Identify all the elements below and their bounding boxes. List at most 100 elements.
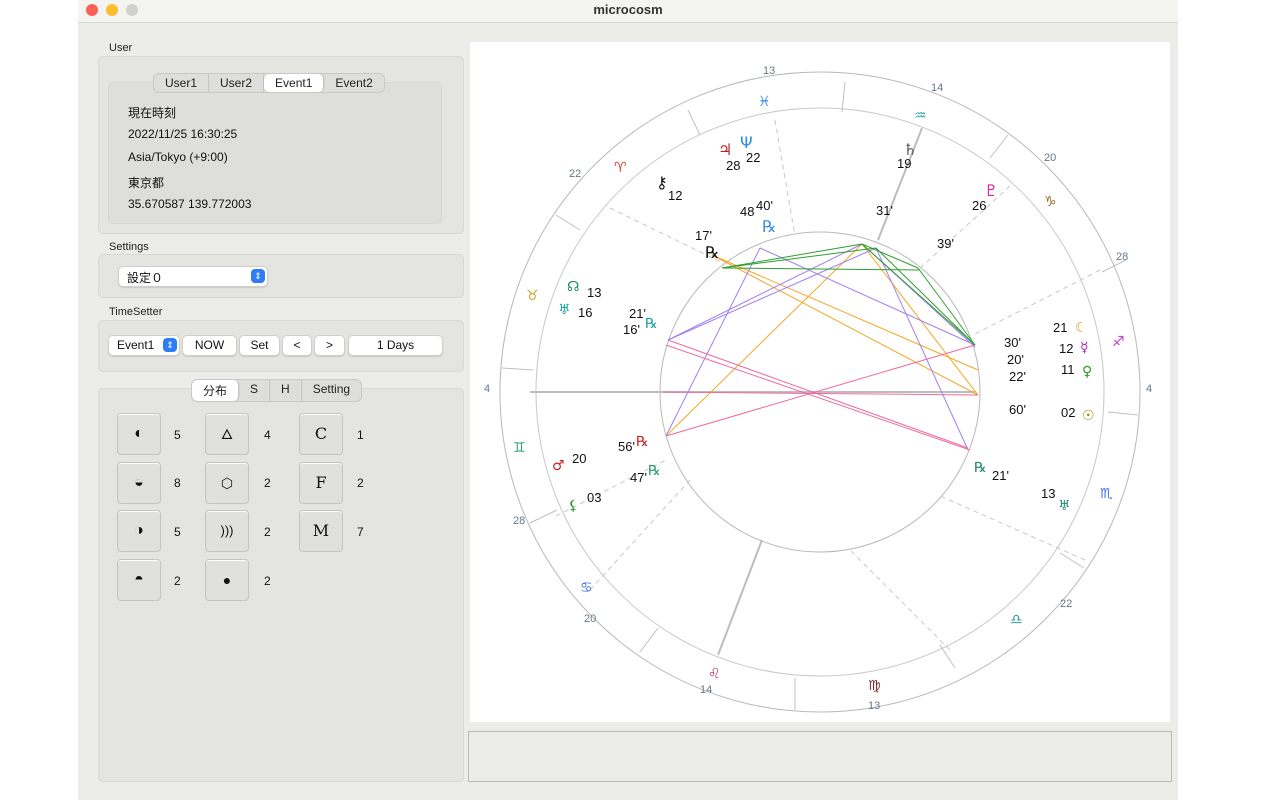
settings-select-value: 設定０ bbox=[127, 271, 164, 285]
planet-glyphs-right: ☾ ☿ ♀ ☉ ♅ ℞ bbox=[974, 320, 1095, 514]
gemini-icon: ♊ bbox=[513, 440, 526, 456]
count-c3-r1: 1 bbox=[357, 428, 364, 442]
event-select-value: Event1 bbox=[117, 338, 155, 352]
info-datetime: 2022/11/25 16:30:25 bbox=[128, 127, 238, 141]
retrograde-icon: ℞ bbox=[762, 217, 776, 236]
house-number: 28 bbox=[1116, 251, 1128, 263]
degree-label: 56' bbox=[618, 439, 635, 454]
house-number: 28 bbox=[513, 515, 525, 527]
degree-label: 20 bbox=[572, 451, 586, 466]
degree-label: 16' bbox=[623, 322, 640, 337]
degree-label: 31' bbox=[876, 203, 893, 218]
cardinal-letter[interactable]: C bbox=[299, 413, 343, 455]
degree-label: 21' bbox=[992, 468, 1009, 483]
info-place: 東京都 bbox=[128, 176, 165, 190]
tab-setting[interactable]: Setting bbox=[302, 380, 361, 401]
fixed-letter[interactable]: F bbox=[299, 462, 343, 504]
half-circle-left-icon[interactable]: ◐ bbox=[117, 413, 161, 455]
output-textbox[interactable] bbox=[468, 731, 1172, 782]
planet-degrees-left: 13 16 21' 16' 56' 20 47' 03 bbox=[572, 285, 647, 505]
house-number: 14 bbox=[931, 82, 943, 94]
venus-icon: ♀ bbox=[1082, 364, 1092, 380]
degree-label: 26 bbox=[972, 198, 986, 213]
info-timezone: Asia/Tokyo (+9:00) bbox=[128, 150, 228, 164]
node-icon: ☊ bbox=[567, 279, 579, 295]
user-tabs: User1 User2 Event1 Event2 bbox=[153, 73, 385, 93]
title-bar: microcosm bbox=[78, 0, 1178, 23]
degree-label: 11 bbox=[1061, 362, 1075, 377]
degree-label: 13 bbox=[587, 285, 601, 300]
cube-icon[interactable]: ⬡ bbox=[205, 462, 249, 504]
aquarius-icon: ♒ bbox=[914, 108, 927, 124]
info-current-time-label: 現在時刻 bbox=[128, 106, 177, 120]
degree-label: 20' bbox=[1007, 352, 1024, 367]
scorpio-icon: ♏ bbox=[1100, 486, 1113, 502]
house-number: 14 bbox=[700, 684, 712, 696]
tab-event1[interactable]: Event1 bbox=[264, 74, 325, 92]
event-select[interactable]: Event1 ⇕ bbox=[108, 335, 180, 356]
dist-tabs: 分布 S H Setting bbox=[191, 379, 363, 402]
prev-button[interactable]: < bbox=[282, 335, 312, 356]
mercury-icon: ☿ bbox=[1080, 340, 1089, 356]
count-c1-r3: 5 bbox=[174, 525, 181, 539]
libra-icon: ♎ bbox=[1010, 612, 1023, 628]
half-circle-bottom-icon[interactable]: ◓ bbox=[117, 559, 161, 601]
next-button[interactable]: > bbox=[314, 335, 345, 356]
tab-distribution[interactable]: 分布 bbox=[192, 380, 240, 401]
timesetter-section-label: TimeSetter bbox=[109, 306, 163, 318]
sun-icon: ☉ bbox=[1082, 408, 1095, 424]
degree-label: 28 bbox=[726, 158, 740, 173]
degree-label: 17' bbox=[695, 228, 712, 243]
degree-label: 39' bbox=[937, 236, 954, 251]
tab-user2[interactable]: User2 bbox=[209, 74, 265, 92]
now-button[interactable]: NOW bbox=[182, 335, 237, 356]
chevron-updown-icon: ⇕ bbox=[251, 269, 265, 283]
count-c3-r2: 2 bbox=[357, 476, 364, 490]
moon-icon: ☾ bbox=[1075, 320, 1088, 336]
planet-degrees-top: 28 22 48 40' 12 17' 19 31' 26 39' bbox=[668, 150, 986, 251]
count-c2-r2: 2 bbox=[264, 476, 271, 490]
tab-event2[interactable]: Event2 bbox=[324, 74, 383, 92]
mutable-letter[interactable]: M bbox=[299, 510, 343, 552]
house-number: 20 bbox=[1044, 152, 1056, 164]
capricorn-icon: ♑ bbox=[1044, 194, 1057, 210]
jupiter-icon: ♃ bbox=[718, 140, 732, 159]
step-field[interactable]: 1 Days bbox=[348, 335, 443, 356]
count-c1-r2: 8 bbox=[174, 476, 181, 490]
degree-label: 48 bbox=[740, 204, 754, 219]
window-title: microcosm bbox=[593, 2, 663, 17]
cancer-icon: ♋ bbox=[580, 580, 593, 596]
settings-select[interactable]: 設定０ ⇕ bbox=[118, 266, 268, 287]
degree-label: 21 bbox=[1053, 320, 1067, 335]
degree-label: 12 bbox=[668, 188, 682, 203]
count-c2-r4: 2 bbox=[264, 574, 271, 588]
degree-label: 40' bbox=[756, 198, 773, 213]
degree-label: 02 bbox=[1061, 405, 1075, 420]
house-number: 4 bbox=[1146, 383, 1152, 395]
house-number: 13 bbox=[868, 700, 880, 712]
horoscope-chart[interactable]: 13 14 20 28 4 22 13 14 20 28 4 22 ♓ ♒ ♑ … bbox=[470, 42, 1170, 722]
mars-icon: ♂ bbox=[552, 458, 565, 474]
leo-icon: ♌ bbox=[708, 666, 721, 682]
uranus-left-icon: ♅ bbox=[558, 302, 571, 318]
degree-label: 30' bbox=[1004, 335, 1021, 350]
fire-icon[interactable]: 🜂 bbox=[205, 413, 249, 455]
half-circle-top-icon[interactable]: ◒ bbox=[117, 462, 161, 504]
retrograde-icon: ℞ bbox=[648, 463, 661, 479]
set-button[interactable]: Set bbox=[239, 335, 280, 356]
info-coordinates: 35.670587 139.772003 bbox=[128, 197, 252, 211]
degree-label: 19 bbox=[897, 156, 911, 171]
sagittarius-icon: ♐ bbox=[1112, 334, 1125, 350]
tab-h[interactable]: H bbox=[270, 380, 302, 401]
half-circle-right-icon[interactable]: ◑ bbox=[117, 510, 161, 552]
virgo-icon: ♍ bbox=[868, 678, 881, 694]
house-cusps bbox=[555, 119, 1101, 651]
degree-label: 60' bbox=[1009, 402, 1026, 417]
tab-s[interactable]: S bbox=[239, 380, 271, 401]
lilith-icon: ⚸ bbox=[568, 498, 578, 514]
water-drop-icon[interactable]: ● bbox=[205, 559, 249, 601]
tab-user1[interactable]: User1 bbox=[154, 74, 210, 92]
air-waves-icon[interactable]: ))) bbox=[205, 510, 249, 552]
chiron-icon: ⚷ bbox=[656, 173, 668, 192]
count-c3-r3: 7 bbox=[357, 525, 364, 539]
